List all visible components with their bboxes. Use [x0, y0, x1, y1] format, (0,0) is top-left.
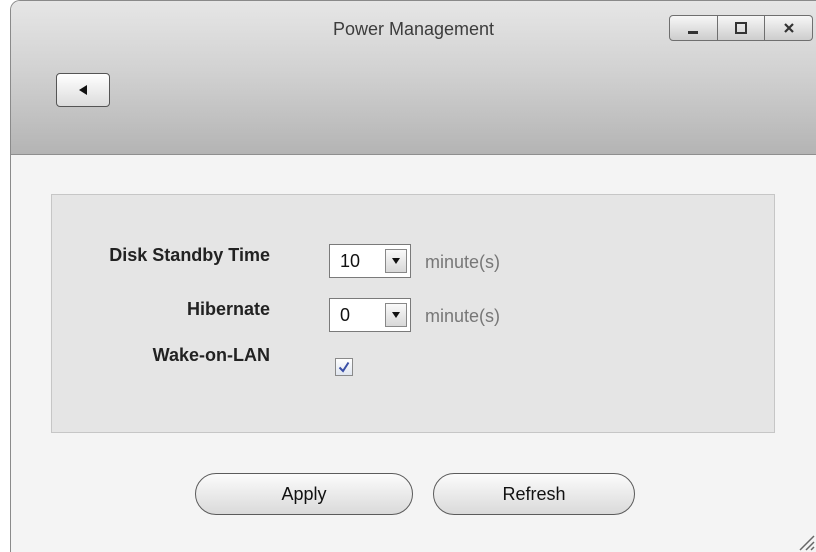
apply-button[interactable]: Apply: [195, 473, 413, 515]
close-button[interactable]: [765, 15, 814, 41]
minimize-button[interactable]: [669, 15, 718, 41]
disk-standby-unit: minute(s): [425, 252, 501, 272]
hibernate-select[interactable]: 0: [329, 298, 411, 332]
refresh-button[interactable]: Refresh: [433, 473, 635, 515]
chevron-down-icon[interactable]: [385, 249, 407, 273]
close-icon: [783, 23, 794, 33]
maximize-icon: [735, 22, 747, 34]
back-arrow-icon: [79, 85, 87, 95]
minimize-icon: [688, 31, 699, 34]
window-controls: [669, 15, 814, 43]
back-button[interactable]: [56, 73, 110, 107]
resize-grip-icon[interactable]: [792, 528, 816, 552]
hibernate-label: Hibernate: [186, 299, 270, 319]
disk-standby-value: 10: [340, 251, 361, 271]
disk-standby-label: Disk Standby Time: [109, 245, 270, 265]
power-management-window: Power Management Disk Standby Time 10 mi…: [10, 0, 816, 552]
wake-on-lan-checkbox[interactable]: [335, 358, 353, 376]
chevron-down-icon[interactable]: [385, 303, 407, 327]
hibernate-unit: minute(s): [425, 306, 501, 326]
checkmark-icon: [338, 361, 350, 373]
maximize-button[interactable]: [717, 15, 766, 41]
hibernate-value: 0: [340, 305, 351, 325]
wake-on-lan-label: Wake-on-LAN: [152, 345, 270, 365]
settings-panel: Disk Standby Time 10 minute(s) Hibernate…: [51, 194, 775, 433]
disk-standby-select[interactable]: 10: [329, 244, 411, 278]
title-bar: Power Management: [11, 1, 816, 155]
